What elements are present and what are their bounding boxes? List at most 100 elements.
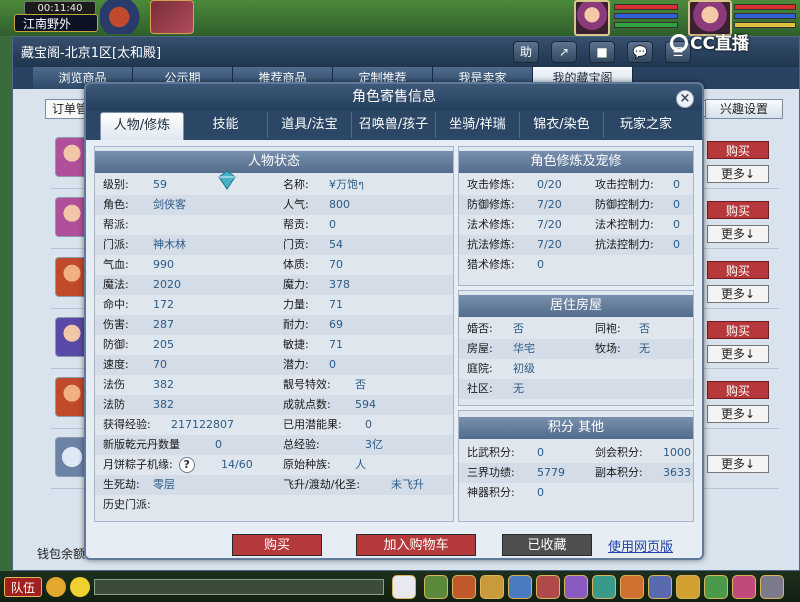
info-row: 庭院: 初级 bbox=[467, 359, 691, 379]
more-button[interactable]: 更多↓ bbox=[707, 165, 769, 183]
add-to-cart-button[interactable]: 加入购物车 bbox=[356, 534, 476, 556]
stat-value: 0 bbox=[215, 438, 222, 451]
info-row: 婚否: 否 同袍: 否 bbox=[467, 319, 691, 339]
info-label: 三界功绩: bbox=[467, 466, 515, 479]
more-button[interactable]: 更多↓ bbox=[707, 285, 769, 303]
stat-row: 月饼粽子机缘:? 14/60 bbox=[103, 455, 279, 475]
info-value: 5779 bbox=[537, 466, 565, 479]
share-icon[interactable]: ↗ bbox=[551, 41, 577, 63]
cc-logo-icon bbox=[670, 34, 688, 52]
map-icon[interactable] bbox=[592, 575, 616, 599]
ranking-icon[interactable] bbox=[704, 575, 728, 599]
team-button[interactable]: 队伍 bbox=[4, 577, 42, 597]
info-label: 庭院: bbox=[467, 362, 493, 375]
favorited-button[interactable]: 已收藏 bbox=[502, 534, 592, 556]
stat-row: 魔力: 378 bbox=[283, 275, 451, 295]
info-value: 0 bbox=[673, 178, 680, 191]
stat-value: 69 bbox=[329, 318, 343, 331]
stat-label: 魔力: bbox=[283, 278, 309, 291]
system-icon[interactable] bbox=[760, 575, 784, 599]
stat-label: 魔法: bbox=[103, 278, 129, 291]
player-portrait[interactable] bbox=[688, 0, 732, 36]
tab-skills[interactable]: 技能 bbox=[184, 112, 268, 138]
pet-mp-bar bbox=[614, 13, 678, 19]
stat-row: 法伤 382 bbox=[103, 375, 279, 395]
pavilion-title: 藏宝阁-北京1区[太和殿] bbox=[21, 46, 162, 61]
quest-icon[interactable] bbox=[508, 575, 532, 599]
team-icon[interactable] bbox=[536, 575, 560, 599]
stat-row: 门派: 神木林 bbox=[103, 235, 279, 255]
tab-character-cultivation[interactable]: 人物/修炼 bbox=[100, 112, 184, 140]
stat-row: 气血: 990 bbox=[103, 255, 279, 275]
info-label: 婚否: bbox=[467, 322, 493, 335]
pet-icon[interactable] bbox=[480, 575, 504, 599]
stream-logo-text: CC直播 bbox=[690, 34, 749, 54]
info-label: 猎术修炼: bbox=[467, 258, 515, 271]
tab-player-home[interactable]: 玩家之家 bbox=[604, 112, 688, 138]
buy-button[interactable]: 购买 bbox=[707, 381, 769, 399]
stop-icon[interactable]: ■ bbox=[589, 41, 615, 63]
buy-button[interactable]: 购买 bbox=[707, 261, 769, 279]
player-sprite bbox=[100, 0, 148, 34]
tab-pets[interactable]: 召唤兽/孩子 bbox=[352, 112, 436, 138]
game-clock: 00:11:40 bbox=[24, 1, 96, 15]
emoji-icon[interactable] bbox=[70, 577, 90, 597]
stat-row: 力量: 71 bbox=[283, 295, 451, 315]
player-hp-bar bbox=[734, 4, 796, 10]
skill-icon[interactable] bbox=[424, 575, 448, 599]
chat-input[interactable] bbox=[94, 579, 384, 595]
stat-label: 已用潜能果: bbox=[283, 418, 342, 431]
help-button[interactable]: 助 bbox=[513, 41, 539, 63]
stat-row: 角色: 剑侠客 bbox=[103, 195, 279, 215]
stat-value: 神木林 bbox=[153, 238, 186, 251]
help-icon[interactable]: ? bbox=[178, 457, 195, 473]
stat-row: 人气: 800 bbox=[283, 195, 451, 215]
more-button[interactable]: 更多↓ bbox=[707, 455, 769, 473]
activity-icon[interactable] bbox=[732, 575, 756, 599]
pet-portrait[interactable] bbox=[574, 0, 610, 36]
stat-label: 历史门派: bbox=[103, 498, 151, 511]
interest-settings-button[interactable]: 兴趣设置 bbox=[705, 99, 783, 119]
guild-icon[interactable] bbox=[564, 575, 588, 599]
friends-icon[interactable] bbox=[620, 575, 644, 599]
stat-row: 魔法: 2020 bbox=[103, 275, 279, 295]
stat-row: 飞升/渡劫/化圣: 未飞升 bbox=[283, 475, 451, 495]
info-row: 房屋: 华宅 牧场: 无 bbox=[467, 339, 691, 359]
player-mp-bar bbox=[734, 13, 796, 19]
buy-button[interactable]: 购买 bbox=[707, 321, 769, 339]
stat-row: 帮派: bbox=[103, 215, 279, 235]
info-value: 华宅 bbox=[513, 342, 535, 355]
stat-value: 70 bbox=[329, 258, 343, 271]
stat-row: 级别: 59 bbox=[103, 175, 279, 195]
info-label: 攻击控制力: bbox=[595, 178, 654, 191]
gift-icon[interactable] bbox=[392, 575, 416, 599]
stat-value: 0 bbox=[329, 358, 336, 371]
more-button[interactable]: 更多↓ bbox=[707, 345, 769, 363]
mail-icon[interactable] bbox=[648, 575, 672, 599]
voice-icon[interactable] bbox=[46, 577, 66, 597]
tab-outfits[interactable]: 锦衣/染色 bbox=[520, 112, 604, 138]
stat-label: 门派: bbox=[103, 238, 129, 251]
buy-button[interactable]: 购买 bbox=[707, 141, 769, 159]
buy-button[interactable]: 购买 bbox=[707, 201, 769, 219]
info-label: 比武积分: bbox=[467, 446, 515, 459]
buy-button[interactable]: 购买 bbox=[232, 534, 322, 556]
more-button[interactable]: 更多↓ bbox=[707, 405, 769, 423]
stat-value: 未飞升 bbox=[391, 478, 424, 491]
more-button[interactable]: 更多↓ bbox=[707, 225, 769, 243]
tab-mounts[interactable]: 坐骑/祥瑞 bbox=[436, 112, 520, 138]
stat-label: 命中: bbox=[103, 298, 129, 311]
use-web-version-link[interactable]: 使用网页版 bbox=[608, 536, 673, 555]
bag-icon[interactable] bbox=[452, 575, 476, 599]
stat-value: ¥万饱ๆ bbox=[329, 178, 364, 191]
stat-row: 体质: 70 bbox=[283, 255, 451, 275]
stat-value: 0 bbox=[329, 218, 336, 231]
stat-row: 命中: 172 bbox=[103, 295, 279, 315]
mall-icon[interactable] bbox=[676, 575, 700, 599]
tab-items[interactable]: 道具/法宝 bbox=[268, 112, 352, 138]
info-label: 攻击修炼: bbox=[467, 178, 515, 191]
stat-value: 382 bbox=[153, 378, 174, 391]
chat-icon[interactable]: 💬 bbox=[627, 41, 653, 63]
close-icon[interactable]: × bbox=[676, 90, 694, 108]
info-value: 0 bbox=[537, 486, 544, 499]
